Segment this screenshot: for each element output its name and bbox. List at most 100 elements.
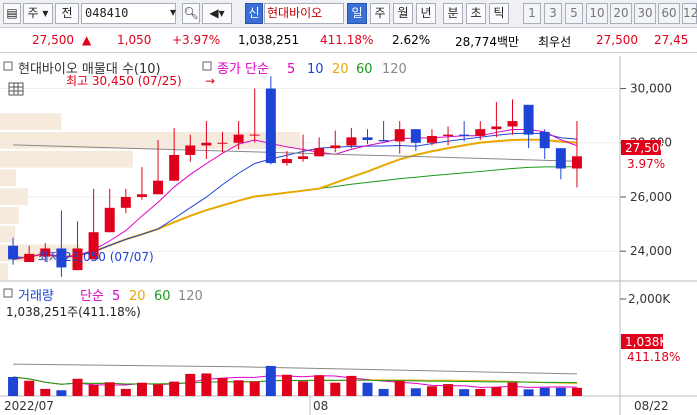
candle-body — [507, 121, 518, 127]
volume-bar — [104, 382, 115, 396]
candle-body — [265, 88, 276, 164]
period-daily-button[interactable]: 일 — [347, 3, 367, 24]
volume-bar — [233, 380, 244, 396]
candle-body — [298, 156, 309, 160]
candle-body — [555, 148, 566, 169]
stock-list-icon[interactable]: ▤ — [3, 3, 21, 24]
candle-body — [120, 196, 131, 208]
current-price: 27,500 — [32, 33, 74, 47]
volume-bar — [72, 378, 83, 396]
chevron-down-icon[interactable]: ▾ — [166, 3, 180, 24]
search-icon[interactable]: 🔍︎ — [182, 3, 200, 24]
interval-20-button[interactable]: 20 — [610, 3, 632, 24]
ma-legend-120: 120 — [382, 62, 407, 77]
volume-bar — [426, 386, 437, 396]
volume-bar — [523, 389, 534, 396]
volume-profile-bar — [0, 150, 133, 168]
interval-5-button[interactable]: 5 — [565, 3, 583, 24]
period-weekly-button[interactable]: 주 — [370, 3, 390, 24]
price-tick-label: 26,000 — [630, 190, 672, 204]
candle-body — [314, 148, 325, 157]
trade-amount: 28,774백만 — [455, 35, 520, 49]
candle-body — [201, 142, 212, 146]
candle-body — [249, 134, 260, 136]
interval-3-button[interactable]: 3 — [544, 3, 562, 24]
high-annotation: 최고 30,450 (07/25) — [66, 74, 182, 88]
period-second-button[interactable]: 초 — [466, 3, 486, 24]
candle-body — [185, 145, 196, 155]
volume-bar — [120, 388, 131, 396]
change-amount: 1,050 — [117, 33, 152, 47]
volume-bar — [56, 390, 67, 396]
volume-value: 1,038,251 — [238, 33, 300, 47]
interval-60-button[interactable]: 60 — [658, 3, 680, 24]
settings-grid-icon[interactable] — [8, 82, 24, 96]
price-tick-label: 30,000 — [630, 82, 672, 96]
toolbar: ▤ 주 ▾ 전 048410 ▾ 🔍︎ ◀▾ 신 현대바이오 일 주 월 년 분… — [0, 0, 697, 28]
volume-profile-bar — [0, 169, 17, 187]
candle-body — [491, 126, 502, 130]
volume-bar — [24, 380, 35, 396]
current-volume-pct-tag: 411.18% — [627, 350, 680, 364]
high-arrow-icon: → — [205, 74, 215, 88]
volume-ma-20: 20 — [129, 289, 146, 304]
price-tick-label: 24,000 — [630, 244, 672, 258]
volume-bar — [136, 382, 147, 396]
quote-bar: 27,500 ▲ 1,050 +3.97% 1,038,251 411.18% … — [0, 29, 697, 53]
turnover-rate: 2.62% — [392, 33, 431, 47]
volume-bar — [394, 380, 405, 396]
candle-body — [410, 129, 421, 143]
volume-bar — [298, 381, 309, 396]
volume-bar — [217, 377, 228, 396]
ma-legend-5: 5 — [287, 62, 295, 77]
candle-body — [394, 129, 405, 142]
volume-bar — [201, 373, 212, 396]
chart-area[interactable]: 현대바이오 매물대 수(10) 종가 단순 5 10 20 60 120 최고 … — [0, 56, 697, 415]
volume-ma-120: 120 — [178, 289, 203, 304]
stock-code-input[interactable]: 048410 — [81, 3, 176, 24]
change-arrow: ▲ — [82, 33, 92, 47]
volume-ma-60: 60 — [154, 289, 171, 304]
volume-bar — [330, 382, 341, 396]
volume-tick-2000k: 2,000K — [628, 292, 671, 306]
volume-bar — [185, 373, 196, 396]
volume-ma-5: 5 — [112, 289, 120, 304]
speaker-icon[interactable]: ◀▾ — [202, 3, 232, 24]
stock-chart[interactable]: 현대바이오 매물대 수(10) 종가 단순 5 10 20 60 120 최고 … — [0, 56, 697, 415]
stock-type-select[interactable]: 주 ▾ — [23, 3, 53, 24]
volume-bar — [265, 365, 276, 396]
volume-bar — [362, 382, 373, 396]
best-bid: 27,500 — [596, 33, 638, 47]
best-bid-label: 최우선 — [538, 35, 572, 49]
candle-body — [233, 134, 244, 143]
change-percent: +3.97% — [172, 33, 221, 47]
volume-bar — [507, 382, 518, 396]
low-arrow-icon: ← — [12, 250, 22, 264]
period-monthly-button[interactable]: 월 — [393, 3, 413, 24]
volume-bar — [8, 376, 19, 396]
candle-body — [330, 145, 341, 149]
volume-bar — [539, 387, 550, 396]
volume-bar — [281, 374, 292, 396]
interval-30-button[interactable]: 30 — [634, 3, 656, 24]
ma-legend-20: 20 — [332, 62, 349, 77]
interval-120-button[interactable]: 12 — [682, 3, 697, 24]
period-minute-button[interactable]: 분 — [443, 3, 463, 24]
stock-type-label: 주 — [27, 6, 39, 20]
interval-1-button[interactable]: 1 — [523, 3, 541, 24]
period-yearly-button[interactable]: 년 — [416, 3, 436, 24]
volume-bar — [571, 387, 582, 396]
stock-name: 현대바이오 — [264, 3, 344, 24]
best-ask: 27,45 — [654, 33, 689, 47]
volume-bar — [410, 388, 421, 396]
volume-ratio: 411.18% — [320, 33, 374, 47]
candle-body — [136, 194, 147, 197]
ma-legend-10: 10 — [307, 62, 324, 77]
volume-ma-label: 단순 — [80, 289, 104, 304]
period-tick-button[interactable]: 틱 — [489, 3, 509, 24]
candle-body — [443, 134, 454, 136]
prev-button[interactable]: 전 — [55, 3, 79, 24]
interval-10-button[interactable]: 10 — [586, 3, 608, 24]
current-volume-tag: 1,038K — [625, 335, 668, 349]
ma-legend-60: 60 — [356, 62, 373, 77]
